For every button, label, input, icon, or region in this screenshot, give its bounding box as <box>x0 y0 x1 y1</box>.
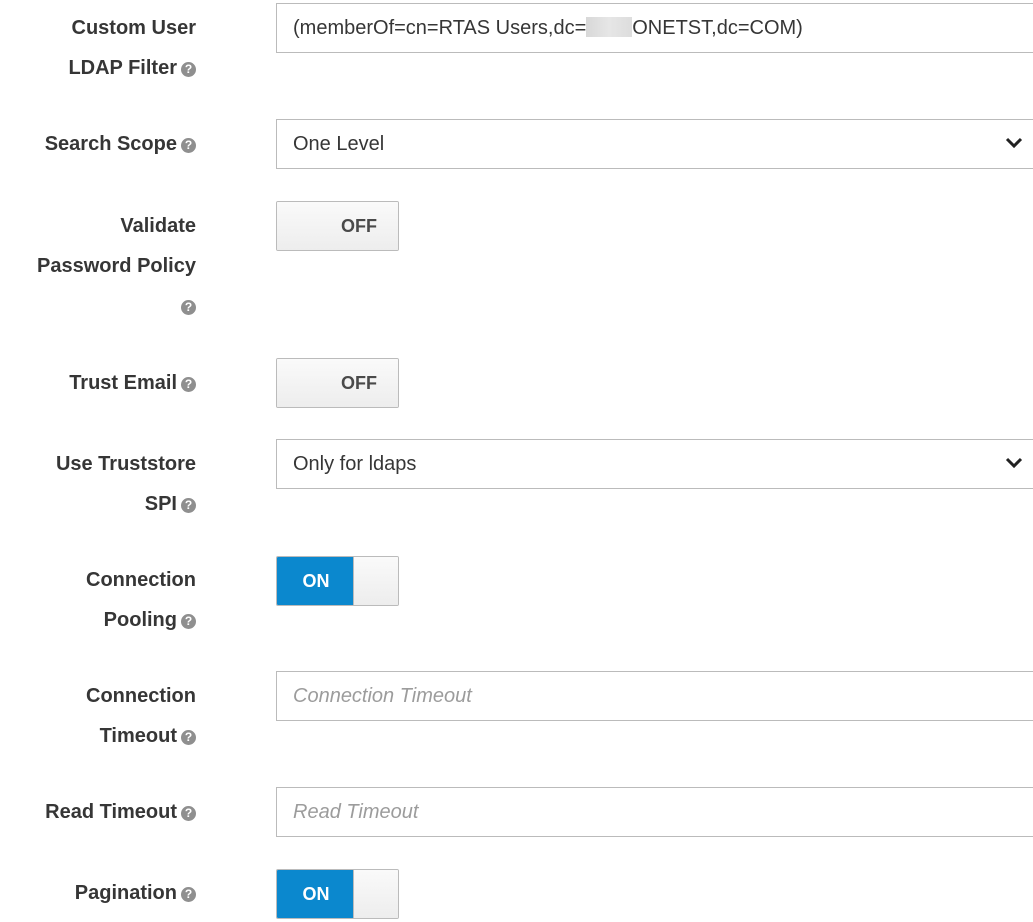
question-circle-icon[interactable]: ? <box>181 300 196 315</box>
label-line: LDAP Filter <box>68 57 177 79</box>
ldap-filter-value-suffix: ONETST,dc=COM) <box>632 17 803 39</box>
read-timeout-placeholder: Read Timeout <box>293 801 419 823</box>
label-line: Pooling <box>103 609 177 631</box>
validate-password-policy-label: Validate Password Policy ? <box>37 206 196 326</box>
question-circle-icon[interactable]: ? <box>181 730 196 745</box>
custom-user-ldap-filter-input[interactable]: (memberOf=cn=RTAS Users,dc= ONETST,dc=COM… <box>276 3 1033 53</box>
label-line: Search Scope <box>44 133 177 155</box>
connection-timeout-label: Connection Timeout? <box>86 676 196 756</box>
read-timeout-label: Read Timeout? <box>45 792 196 832</box>
validate-password-policy-toggle[interactable]: OFF <box>276 201 399 251</box>
label-line: Connection <box>86 569 196 591</box>
trust-email-toggle[interactable]: OFF <box>276 358 399 408</box>
connection-pooling-label: Connection Pooling? <box>86 560 196 640</box>
question-circle-icon[interactable]: ? <box>181 377 196 392</box>
use-truststore-spi-selected: Only for ldaps <box>293 453 417 475</box>
toggle-state-label: OFF <box>320 202 398 250</box>
question-circle-icon[interactable]: ? <box>181 806 196 821</box>
connection-timeout-input[interactable]: Connection Timeout <box>276 671 1033 721</box>
custom-user-ldap-filter-label: Custom User LDAP Filter? <box>68 8 196 88</box>
search-scope-selected: One Level <box>293 133 385 155</box>
label-line: Read Timeout <box>45 801 177 823</box>
label-line: SPI <box>144 493 177 515</box>
chevron-down-icon[interactable] <box>1005 457 1023 469</box>
label-line: Connection <box>86 685 196 707</box>
toggle-state-label: ON <box>277 557 355 605</box>
label-line: Pagination <box>74 882 177 904</box>
connection-pooling-toggle[interactable]: ON <box>276 556 399 606</box>
ldap-filter-value-prefix: (memberOf=cn=RTAS Users,dc= <box>293 17 587 39</box>
search-scope-label: Search Scope? <box>45 124 196 164</box>
toggle-knob <box>353 557 398 605</box>
search-scope-select[interactable]: One Level <box>276 119 1033 169</box>
question-circle-icon[interactable]: ? <box>181 138 196 153</box>
read-timeout-input[interactable]: Read Timeout <box>276 787 1033 837</box>
use-truststore-spi-select[interactable]: Only for ldaps <box>276 439 1033 489</box>
label-line: Password Policy <box>37 255 196 277</box>
pagination-label: Pagination? <box>75 873 196 913</box>
question-circle-icon[interactable]: ? <box>181 498 196 513</box>
question-circle-icon[interactable]: ? <box>181 62 196 77</box>
trust-email-label: Trust Email? <box>69 363 196 403</box>
redacted-block <box>586 17 633 37</box>
use-truststore-spi-label: Use Truststore SPI? <box>56 444 196 524</box>
label-line: Trust Email <box>69 372 177 394</box>
label-line: Custom User <box>71 17 196 39</box>
connection-timeout-placeholder: Connection Timeout <box>293 685 472 707</box>
pagination-toggle[interactable]: ON <box>276 869 399 919</box>
label-line: Use Truststore <box>55 453 196 475</box>
toggle-state-label: OFF <box>320 359 398 407</box>
question-circle-icon[interactable]: ? <box>181 887 196 902</box>
toggle-knob <box>277 202 322 250</box>
toggle-state-label: ON <box>277 870 355 918</box>
toggle-knob <box>277 359 322 407</box>
label-line: Validate <box>120 215 196 237</box>
chevron-down-icon[interactable] <box>1005 137 1023 149</box>
question-circle-icon[interactable]: ? <box>181 614 196 629</box>
toggle-knob <box>353 870 398 918</box>
label-line: Timeout <box>99 725 177 747</box>
